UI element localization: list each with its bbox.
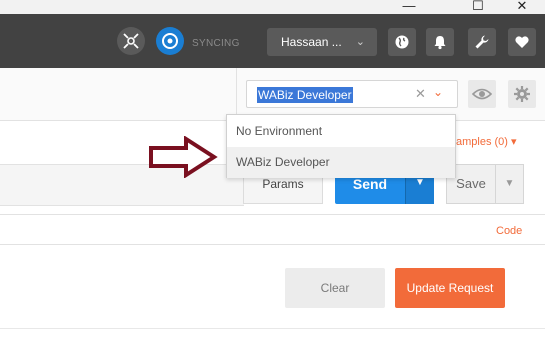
heart-icon[interactable] — [508, 28, 536, 56]
divider — [236, 68, 237, 120]
close-window-button[interactable]: ✕ — [499, 0, 545, 14]
divider — [0, 328, 545, 329]
bell-icon[interactable] — [426, 28, 454, 56]
chevron-down-icon[interactable]: ⌄ — [433, 85, 443, 99]
environment-select[interactable]: WABiz Developer ✕ ⌄ — [246, 80, 458, 108]
gear-icon — [514, 86, 530, 102]
update-request-button[interactable]: Update Request — [395, 268, 505, 308]
user-name: Hassaan ... — [281, 35, 342, 49]
quick-look-eye-button[interactable] — [468, 80, 496, 108]
environment-dropdown-menu: No Environment WABiz Developer — [226, 114, 456, 178]
user-menu-button[interactable]: Hassaan ... ⌄ — [267, 28, 377, 56]
window-title-bar: — ☐ ✕ — [0, 0, 545, 14]
environment-option-wabiz-developer[interactable]: WABiz Developer — [227, 147, 455, 178]
interceptor-icon[interactable] — [117, 27, 145, 55]
code-link[interactable]: Code — [496, 225, 522, 237]
clear-icon[interactable]: ✕ — [415, 86, 426, 102]
annotation-arrow-icon — [149, 136, 218, 178]
sync-status-label: SYNCING — [192, 38, 240, 49]
app-header: SYNCING Hassaan ... ⌄ — [0, 14, 545, 68]
maximize-button[interactable]: ☐ — [455, 0, 501, 14]
divider — [0, 214, 545, 215]
eye-icon — [472, 88, 492, 100]
wrench-icon[interactable] — [468, 28, 496, 56]
divider — [0, 244, 545, 245]
chevron-down-icon: ⌄ — [355, 36, 365, 48]
environment-option-no-environment[interactable]: No Environment — [227, 116, 455, 147]
manage-environments-button[interactable] — [508, 80, 536, 108]
minimize-button[interactable]: — — [386, 0, 432, 14]
save-options-chevron-down-icon[interactable]: ▼ — [496, 164, 524, 204]
clear-button[interactable]: Clear — [285, 268, 385, 308]
environment-selected-value: WABiz Developer — [257, 87, 353, 103]
globe-icon[interactable] — [388, 28, 416, 56]
examples-dropdown[interactable]: amples (0) ▾ — [456, 135, 517, 148]
sync-icon[interactable] — [156, 27, 184, 55]
